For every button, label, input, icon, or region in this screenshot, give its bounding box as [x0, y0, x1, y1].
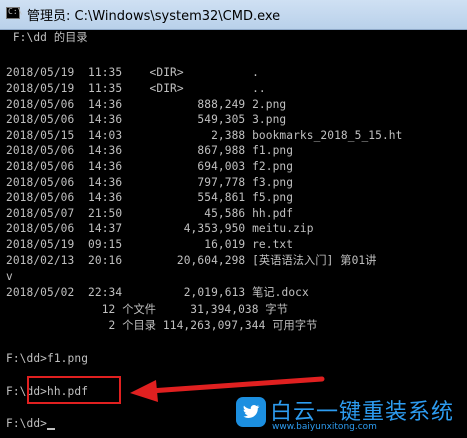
annotation-arrow-icon: [130, 376, 325, 402]
watermark-logo: 白云一键重装系统 www.baiyunxitong.com: [236, 393, 464, 435]
cmd-window: C:\ 管理员: C:\Windows\system32\CMD.exe F:\…: [0, 0, 467, 438]
watermark-url: www.baiyunxitong.com: [272, 422, 377, 432]
twitter-bird-icon: [236, 397, 266, 427]
